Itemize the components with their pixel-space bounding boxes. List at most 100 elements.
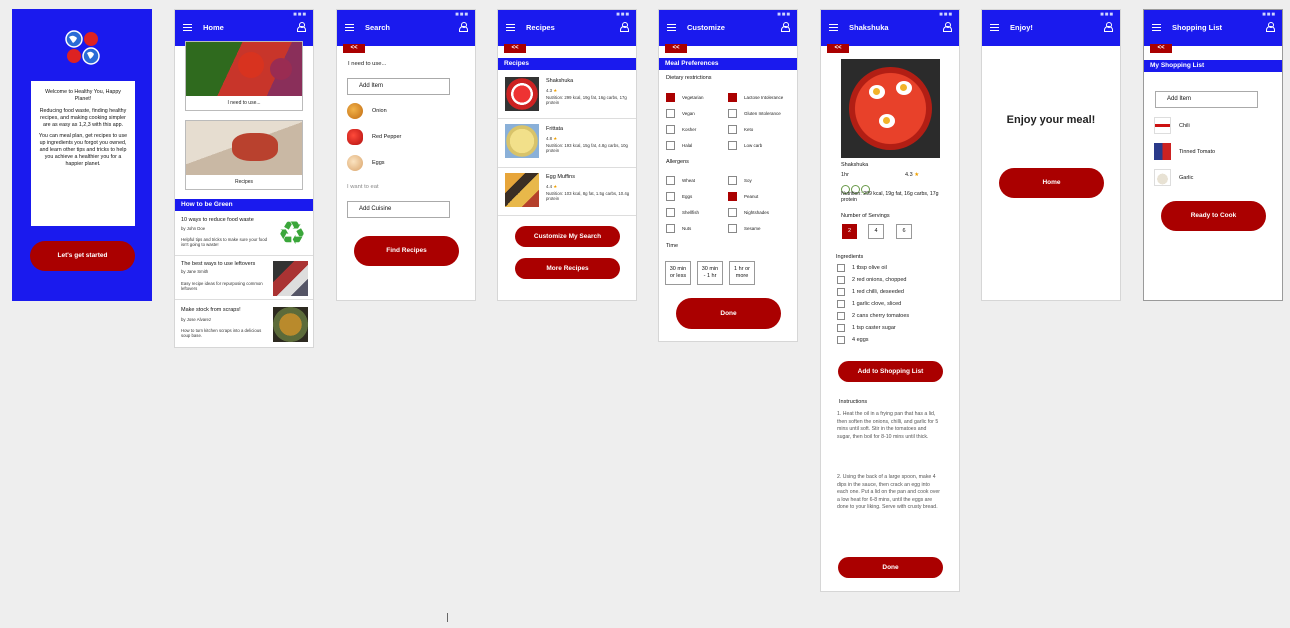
i-need-to-use-card[interactable]: I need to use... bbox=[185, 41, 303, 111]
menu-icon[interactable] bbox=[829, 24, 838, 31]
section-header: How to be Green bbox=[175, 199, 313, 211]
servings-option[interactable]: 4 bbox=[868, 224, 884, 239]
checkbox[interactable] bbox=[728, 125, 737, 134]
checkbox-label: Wheat bbox=[682, 178, 696, 183]
user-icon[interactable] bbox=[1104, 22, 1113, 32]
user-icon[interactable] bbox=[1266, 22, 1275, 32]
ingredient-item: 2 red onions, chopped bbox=[852, 277, 907, 283]
article-title: The best ways to use leftovers bbox=[181, 261, 256, 267]
checkbox[interactable] bbox=[837, 336, 845, 344]
checkbox[interactable] bbox=[666, 125, 675, 134]
checkbox[interactable] bbox=[666, 109, 675, 118]
checkbox[interactable] bbox=[728, 93, 737, 102]
recipe-item[interactable]: Frittata 4.8 ★ Nutrition: 193 kcal, 15g … bbox=[498, 120, 636, 168]
checkbox-label: Kosher bbox=[682, 127, 697, 132]
checkbox[interactable] bbox=[728, 109, 737, 118]
rating-value: 4.4 bbox=[546, 184, 552, 189]
recipes-card[interactable]: Recipes bbox=[185, 120, 303, 190]
user-icon[interactable] bbox=[620, 22, 629, 32]
more-recipes-button[interactable]: More Recipes bbox=[515, 258, 620, 279]
home-button[interactable]: Home bbox=[999, 168, 1104, 198]
enjoy-screen: ■■■ Enjoy! Enjoy your meal! Home bbox=[981, 9, 1121, 301]
recipe-item[interactable]: Shakshuka 4.3 ★ Nutrition: 299 kcal, 19g… bbox=[498, 71, 636, 119]
time-option[interactable]: 30 min - 1 hr bbox=[697, 261, 723, 285]
back-button[interactable]: << bbox=[1150, 44, 1172, 53]
user-icon[interactable] bbox=[459, 22, 468, 32]
user-icon[interactable] bbox=[297, 22, 306, 32]
time-line-1: 30 min bbox=[701, 266, 719, 272]
back-button[interactable]: << bbox=[504, 44, 526, 53]
menu-icon[interactable] bbox=[990, 24, 999, 31]
user-icon[interactable] bbox=[943, 22, 952, 32]
checkbox[interactable] bbox=[837, 324, 845, 332]
menu-icon[interactable] bbox=[1152, 24, 1161, 31]
get-started-button[interactable]: Let's get started bbox=[30, 241, 135, 271]
back-button[interactable]: << bbox=[827, 44, 849, 53]
ingredients-label: Ingredients bbox=[836, 254, 864, 260]
frittata-thumbnail bbox=[505, 124, 539, 158]
customize-search-button[interactable]: Customize My Search bbox=[515, 226, 620, 247]
menu-icon[interactable] bbox=[667, 24, 676, 31]
ready-to-cook-button[interactable]: Ready to Cook bbox=[1161, 201, 1266, 231]
article-item[interactable]: The best ways to use leftovers by Jane S… bbox=[175, 257, 313, 300]
eggs-icon bbox=[347, 155, 363, 171]
rating-value: 4.3 bbox=[546, 88, 552, 93]
article-desc: Helpful tips and tricks to make sure you… bbox=[181, 237, 267, 248]
checkbox[interactable] bbox=[837, 276, 845, 284]
checkbox-label: Shellfish bbox=[682, 210, 700, 215]
shopping-item: Chili bbox=[1179, 123, 1190, 129]
time-option[interactable]: 30 min or less bbox=[665, 261, 691, 285]
add-item-input[interactable]: Add Item bbox=[1155, 91, 1258, 108]
screen-title: Recipes bbox=[526, 23, 555, 32]
servings-option-selected[interactable]: 2 bbox=[842, 224, 857, 239]
checkbox[interactable] bbox=[666, 192, 675, 201]
checkbox[interactable] bbox=[728, 176, 737, 185]
back-button[interactable]: << bbox=[343, 44, 365, 53]
checkbox[interactable] bbox=[666, 208, 675, 217]
recipe-name: Frittata bbox=[546, 126, 564, 132]
user-icon[interactable] bbox=[781, 22, 790, 32]
add-cuisine-input[interactable]: Add Cuisine bbox=[347, 201, 450, 218]
home-screen: ■■■ Home I need to use... Recipes How to … bbox=[174, 9, 314, 348]
checkbox[interactable] bbox=[666, 141, 675, 150]
checkbox[interactable] bbox=[666, 224, 675, 233]
checkbox[interactable] bbox=[728, 192, 737, 201]
checkbox[interactable] bbox=[728, 141, 737, 150]
time-line-1: 30 min bbox=[669, 266, 687, 272]
checkbox[interactable] bbox=[837, 300, 845, 308]
checkbox[interactable] bbox=[837, 312, 845, 320]
screen-title: Shopping List bbox=[1172, 23, 1222, 32]
vegetables-image bbox=[186, 42, 302, 96]
top-bar: ■■■ Shakshuka bbox=[821, 10, 959, 46]
checkbox[interactable] bbox=[728, 224, 737, 233]
article-item[interactable]: Make stock from scraps! by Jose Alvarez … bbox=[175, 301, 313, 346]
top-bar: ■■■ Enjoy! bbox=[982, 10, 1120, 46]
section-header: My Shopping List bbox=[1144, 60, 1282, 72]
red-pepper-icon bbox=[347, 129, 363, 145]
ingredient-item: 1 tsp caster sugar bbox=[852, 325, 896, 331]
add-to-shopping-list-button[interactable]: Add to Shopping List bbox=[838, 361, 943, 382]
add-item-input[interactable]: Add Item bbox=[347, 78, 450, 95]
time-option[interactable]: 1 hr or more bbox=[729, 261, 755, 285]
menu-icon[interactable] bbox=[183, 24, 192, 31]
checkbox[interactable] bbox=[666, 176, 675, 185]
recipe-item[interactable]: Egg Muffins 4.4 ★ Nutrition: 103 kcal, 8… bbox=[498, 168, 636, 216]
checkbox[interactable] bbox=[666, 93, 675, 102]
back-button[interactable]: << bbox=[665, 44, 687, 53]
checkbox-label: Nuts bbox=[682, 226, 692, 231]
servings-option[interactable]: 6 bbox=[896, 224, 912, 239]
done-button[interactable]: Done bbox=[838, 557, 943, 578]
checkbox[interactable] bbox=[728, 208, 737, 217]
find-recipes-button[interactable]: Find Recipes bbox=[354, 236, 459, 266]
menu-icon[interactable] bbox=[345, 24, 354, 31]
checkbox[interactable] bbox=[837, 288, 845, 296]
recipe-rating: 4.4 ★ bbox=[546, 184, 557, 189]
recipe-nutrition: Nutrition: 193 kcal, 15g fat, 4.8g carbs… bbox=[546, 143, 628, 154]
ingredient-item: 4 eggs bbox=[852, 337, 869, 343]
time-line-2: - 1 hr bbox=[703, 273, 717, 279]
checkbox[interactable] bbox=[837, 264, 845, 272]
done-button[interactable]: Done bbox=[676, 298, 781, 329]
menu-icon[interactable] bbox=[506, 24, 515, 31]
article-item[interactable]: 10 ways to reduce food waste by John Doe… bbox=[175, 213, 313, 256]
top-bar: ■■■ Customize bbox=[659, 10, 797, 46]
